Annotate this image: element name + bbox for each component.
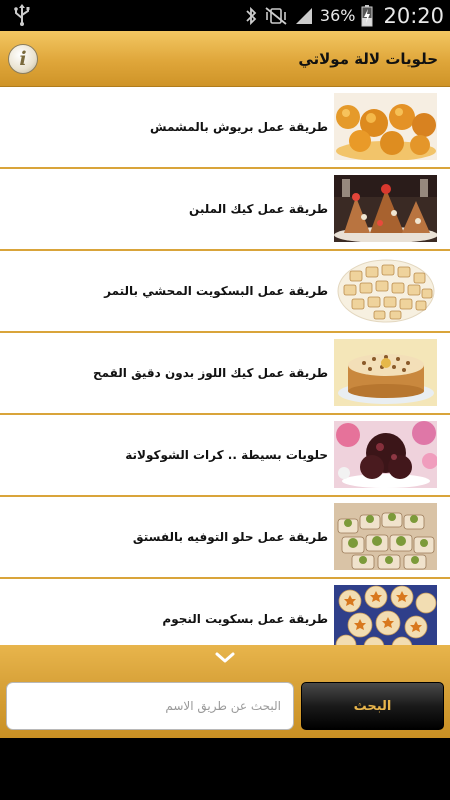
usb-icon	[14, 4, 30, 26]
list-item[interactable]: طريقة عمل البسكويت المحشي بالتمر	[0, 251, 450, 333]
list-item-label: طريقة عمل كيك اللوز بدون دقيق القمح	[92, 366, 328, 380]
search-button[interactable]: البحث	[301, 682, 444, 730]
list-item-label: طريقة عمل حلو التوفيه بالفستق	[132, 530, 328, 544]
recipe-thumbnail	[334, 339, 437, 406]
recipe-list[interactable]: طريقة عمل بريوش بالمشمش طريقة عمل كيك ال…	[0, 87, 450, 645]
recipe-thumbnail	[334, 93, 437, 160]
signal-icon	[295, 7, 312, 24]
list-item[interactable]: طريقة عمل بريوش بالمشمش	[0, 87, 450, 169]
list-item[interactable]: طريقة عمل كيك اللوز بدون دقيق القمح	[0, 333, 450, 415]
list-item[interactable]: طريقة عمل بسكويت النجوم	[0, 579, 450, 645]
list-item-label: حلويات بسيطة .. كرات الشوكولاتة	[125, 448, 328, 462]
recipe-thumbnail	[334, 175, 437, 242]
info-icon[interactable]: i	[8, 44, 38, 74]
list-item[interactable]: طريقة عمل كيك الملبن	[0, 169, 450, 251]
list-item-label: طريقة عمل البسكويت المحشي بالتمر	[104, 284, 328, 298]
recipe-thumbnail	[334, 421, 437, 488]
list-item[interactable]: طريقة عمل حلو التوفيه بالفستق	[0, 497, 450, 579]
clock: 20:20	[383, 3, 444, 28]
recipe-thumbnail	[334, 585, 437, 645]
list-item-label: طريقة عمل بريوش بالمشمش	[149, 120, 328, 134]
recipe-thumbnail	[334, 503, 437, 570]
list-item-label: طريقة عمل بسكويت النجوم	[162, 612, 328, 626]
search-input[interactable]	[6, 682, 294, 730]
list-item[interactable]: حلويات بسيطة .. كرات الشوكولاتة	[0, 415, 450, 497]
battery-charging-icon	[361, 4, 373, 26]
app-header: i حلويات لالة مولاتي	[0, 31, 450, 87]
recipe-thumbnail	[334, 257, 437, 324]
chevron-down-icon[interactable]	[214, 651, 236, 665]
navigation-bar	[0, 738, 450, 800]
list-item-label: طريقة عمل كيك الملبن	[189, 202, 328, 216]
status-bar: 36% 20:20	[0, 0, 450, 31]
battery-percentage: 36%	[319, 6, 356, 25]
vibrate-mute-icon	[265, 6, 287, 25]
search-bar: البحث	[0, 645, 450, 738]
page-title: حلويات لالة مولاتي	[298, 50, 438, 68]
bluetooth-icon	[246, 6, 257, 25]
